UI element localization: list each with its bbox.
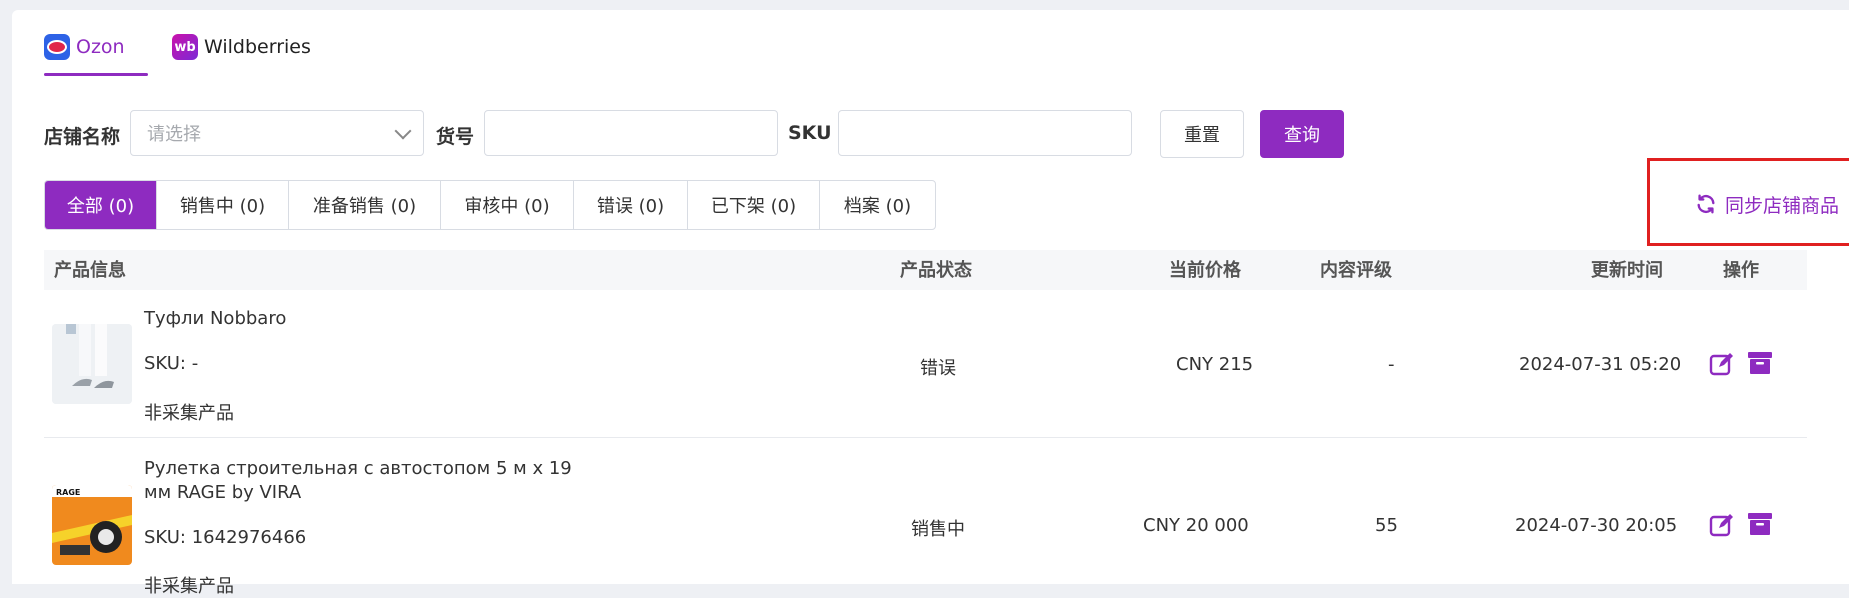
col-updated: 更新时间 <box>1591 260 1663 281</box>
product-rating: - <box>1388 354 1395 375</box>
status-tab-on-sale[interactable]: 销售中 (0) <box>157 181 289 229</box>
status-tab-error[interactable]: 错误 (0) <box>574 181 688 229</box>
tab-wildberries-label: Wildberries <box>204 36 311 58</box>
product-status: 错误 <box>920 358 956 379</box>
reset-button[interactable]: 重置 <box>1160 110 1244 158</box>
row-divider <box>44 437 1807 438</box>
store-select[interactable]: 请选择 <box>130 110 424 156</box>
shoes-image <box>52 324 132 404</box>
highlight-box <box>1647 158 1849 246</box>
status-tab-delisted[interactable]: 已下架 (0) <box>688 181 820 229</box>
product-thumbnail[interactable]: RAGE <box>52 485 132 565</box>
edit-icon[interactable] <box>1709 351 1735 377</box>
ozon-logo-icon <box>44 34 70 60</box>
col-product-info: 产品信息 <box>54 260 126 281</box>
product-source: 非采集产品 <box>144 403 234 424</box>
product-rating: 55 <box>1375 515 1398 536</box>
col-actions: 操作 <box>1723 260 1759 281</box>
col-rating: 内容评级 <box>1320 260 1392 281</box>
product-title-line2[interactable]: мм RAGE by VIRA <box>144 482 301 503</box>
col-status: 产品状态 <box>900 260 972 281</box>
product-updated: 2024-07-31 05:20 <box>1519 354 1682 375</box>
wildberries-logo-icon: wb <box>172 34 198 60</box>
product-sku: SKU: 1642976466 <box>144 527 307 548</box>
active-tab-indicator <box>44 73 148 76</box>
svg-text:RAGE: RAGE <box>56 488 80 497</box>
query-button[interactable]: 查询 <box>1260 110 1344 158</box>
tab-ozon-label: Ozon <box>76 36 125 58</box>
product-sku: SKU: - <box>144 353 199 374</box>
item-no-input[interactable] <box>484 110 778 156</box>
product-title[interactable]: Туфли Nobbaro <box>144 308 286 329</box>
product-updated: 2024-07-30 20:05 <box>1515 515 1678 536</box>
status-tabs: 全部 (0) 销售中 (0) 准备销售 (0) 审核中 (0) 错误 (0) 已… <box>44 180 936 230</box>
archive-icon[interactable] <box>1747 350 1773 376</box>
product-price: CNY 20 000 <box>1143 515 1249 536</box>
sku-label: SKU <box>788 122 832 144</box>
product-price: CNY 215 <box>1176 354 1254 375</box>
product-source: 非采集产品 <box>144 576 234 597</box>
tape-measure-image: RAGE <box>52 485 132 565</box>
edit-icon[interactable] <box>1709 512 1735 538</box>
item-no-label: 货号 <box>436 126 475 148</box>
status-tab-archive[interactable]: 档案 (0) <box>820 181 935 229</box>
archive-icon[interactable] <box>1747 511 1773 537</box>
product-status: 销售中 <box>911 519 965 540</box>
sku-input[interactable] <box>838 110 1132 156</box>
col-price: 当前价格 <box>1169 260 1241 281</box>
tab-wildberries[interactable]: wb Wildberries <box>172 32 311 62</box>
status-tab-all[interactable]: 全部 (0) <box>45 181 157 229</box>
store-name-label: 店铺名称 <box>44 126 121 148</box>
product-thumbnail[interactable] <box>52 324 132 404</box>
status-tab-ready[interactable]: 准备销售 (0) <box>289 181 441 229</box>
status-tab-review[interactable]: 审核中 (0) <box>441 181 574 229</box>
tab-ozon[interactable]: Ozon <box>44 32 125 62</box>
product-title-line1[interactable]: Рулетка строительная с автостопом 5 м х … <box>144 458 572 479</box>
chevron-down-icon <box>394 122 412 140</box>
store-select-placeholder: 请选择 <box>147 124 201 145</box>
